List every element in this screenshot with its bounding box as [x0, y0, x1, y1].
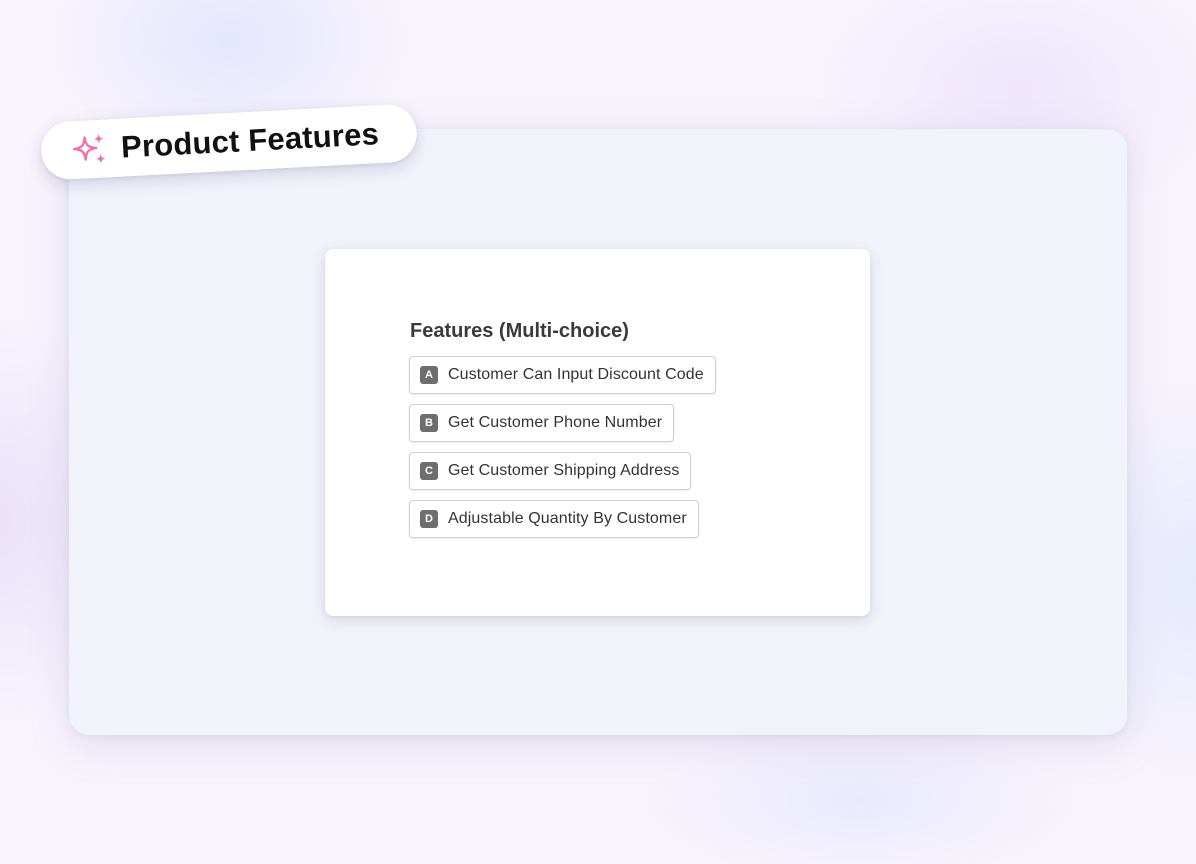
- choice-label: Get Customer Shipping Address: [448, 462, 680, 479]
- choice-key-badge: B: [420, 414, 438, 432]
- choice-label: Get Customer Phone Number: [448, 414, 663, 431]
- question-title: Features (Multi-choice): [410, 320, 629, 342]
- choice-option-a[interactable]: A Customer Can Input Discount Code: [409, 356, 716, 394]
- choice-option-c[interactable]: C Get Customer Shipping Address: [409, 452, 692, 490]
- choice-key-badge: A: [420, 366, 438, 384]
- sparkles-icon: [70, 132, 110, 172]
- choice-option-b[interactable]: B Get Customer Phone Number: [409, 404, 675, 442]
- choice-label: Adjustable Quantity By Customer: [448, 510, 687, 527]
- choice-label: Customer Can Input Discount Code: [448, 366, 704, 383]
- choice-list: A Customer Can Input Discount Code B Get…: [409, 356, 716, 548]
- choice-key-badge: C: [420, 462, 438, 480]
- choice-option-d[interactable]: D Adjustable Quantity By Customer: [409, 500, 699, 538]
- choice-key-badge: D: [420, 510, 438, 528]
- feature-title: Product Features: [120, 116, 380, 165]
- question-card: Features (Multi-choice) A Customer Can I…: [325, 249, 870, 616]
